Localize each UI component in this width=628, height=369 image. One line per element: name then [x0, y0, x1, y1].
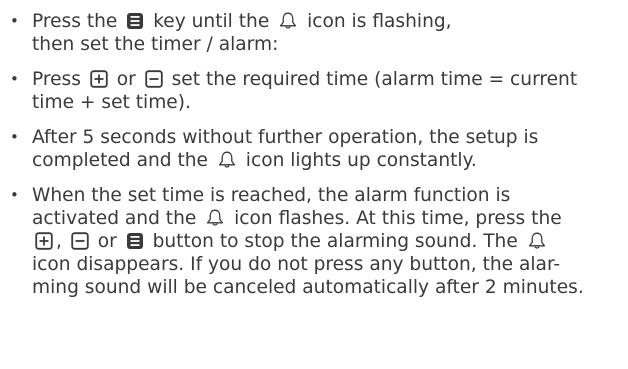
bell-icon [527, 231, 547, 250]
instruction-text: key until the [147, 11, 276, 32]
bell-icon [278, 11, 298, 30]
instruction-text: icon lights up constantly. [239, 150, 477, 171]
instruction-line: Press the key until the icon is flashing… [32, 10, 620, 33]
instruction-line: ming sound will be canceled automaticall… [32, 276, 620, 299]
instructions-page: • Press the key until the icon is flashin… [0, 0, 628, 369]
mode-button-icon [126, 12, 144, 30]
bell-icon [205, 208, 225, 227]
instruction-text: icon disappears. If you do not press any… [32, 254, 561, 275]
bullet-point: • [10, 186, 19, 204]
instruction-line: Press or set the required time (alarm ti… [32, 68, 620, 91]
instruction-text: time + set time). [32, 92, 191, 113]
instruction-text: or [110, 69, 142, 90]
plus-button-icon [35, 232, 53, 250]
minus-button-icon [145, 70, 163, 88]
instruction-text: , [56, 231, 68, 252]
instruction-line: , or button to stop the alarming sound. … [32, 230, 620, 253]
bell-icon [217, 150, 237, 169]
instruction-text: activated and the [32, 208, 203, 229]
instruction-line: icon disappears. If you do not press any… [32, 253, 620, 276]
instruction-text: When the set time is reached, the alarm … [32, 185, 511, 206]
instruction-item: • When the set time is reached, the alarm… [6, 184, 620, 299]
instruction-line: time + set time). [32, 91, 620, 114]
plus-button-icon [90, 70, 108, 88]
instruction-item: • Press the key until the icon is flashin… [6, 10, 620, 56]
instruction-line: After 5 seconds without further operatio… [32, 126, 620, 149]
instruction-text: button to stop the alarming sound. The [146, 231, 524, 252]
instruction-text: icon is flashing, [301, 11, 452, 32]
instruction-list: • Press the key until the icon is flashin… [6, 10, 620, 299]
bullet-point: • [10, 70, 19, 88]
instruction-text: Press [32, 69, 87, 90]
instruction-text: set the required time (alarm time = curr… [165, 69, 578, 90]
instruction-text: After 5 seconds without further operatio… [32, 127, 539, 148]
instruction-text: ming sound will be canceled automaticall… [32, 277, 584, 298]
instruction-text: completed and the [32, 150, 214, 171]
instruction-text: Press the [32, 11, 124, 32]
instruction-text: icon flashes. At this time, press the [228, 208, 562, 229]
instruction-text: or [91, 231, 123, 252]
instruction-item: • Press or set the required time (alarm t… [6, 68, 620, 114]
instruction-line: then set the timer / alarm: [32, 33, 620, 56]
instruction-text: then set the timer / alarm: [32, 34, 279, 55]
instruction-line: completed and the icon lights up constan… [32, 149, 620, 172]
instruction-line: When the set time is reached, the alarm … [32, 184, 620, 207]
bullet-point: • [10, 12, 19, 30]
bullet-point: • [10, 128, 19, 146]
mode-button-icon [126, 232, 144, 250]
instruction-item: • After 5 seconds without further operati… [6, 126, 620, 172]
instruction-line: activated and the icon flashes. At this … [32, 207, 620, 230]
minus-button-icon [71, 232, 89, 250]
